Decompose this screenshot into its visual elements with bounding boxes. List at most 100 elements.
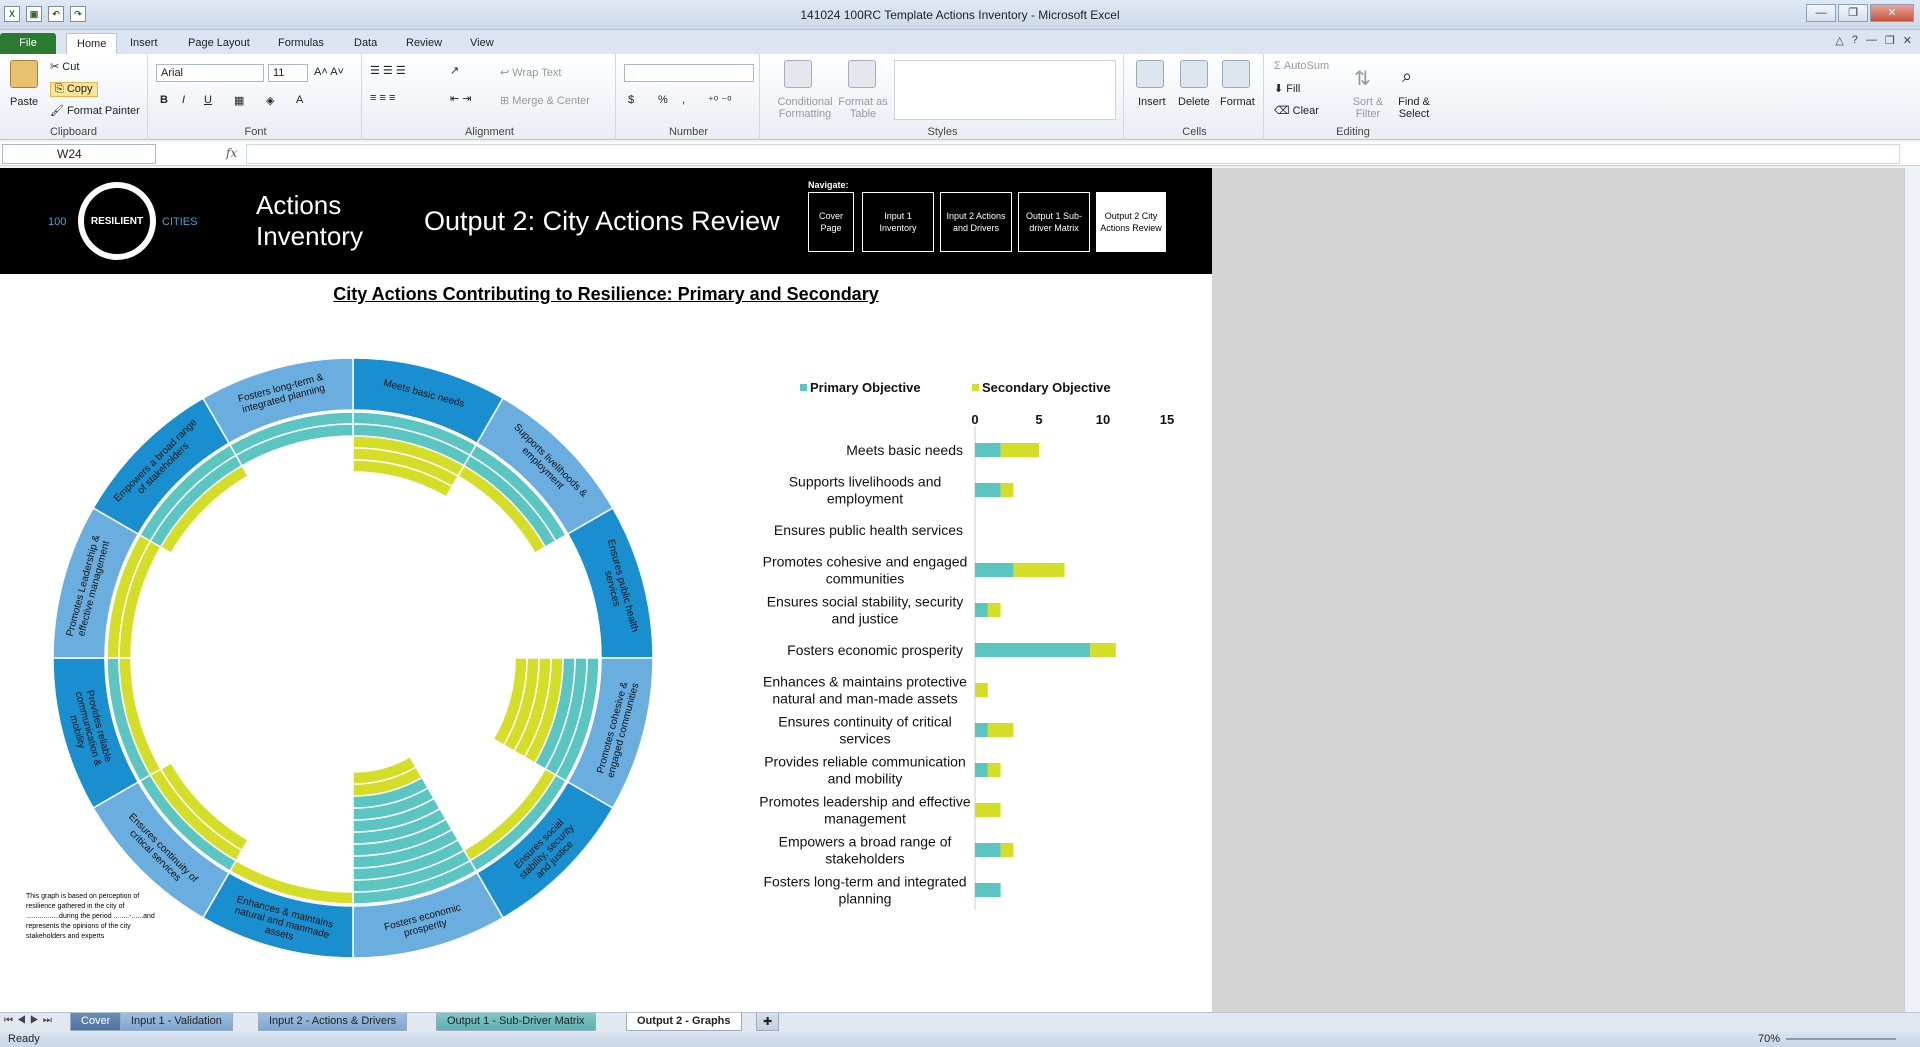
sheet-tab-output2[interactable]: Output 2 - Graphs <box>626 1013 742 1031</box>
format-cells-button[interactable]: Format <box>1220 96 1255 108</box>
formula-input[interactable] <box>246 144 1900 164</box>
underline-icon[interactable]: U <box>204 94 212 106</box>
workbook-restore-icon[interactable]: ❐ <box>1885 34 1895 47</box>
top-align-icon[interactable]: ☰ ☰ ☰ <box>370 64 406 77</box>
sheet-tab-output1[interactable]: Output 1 - Sub-Driver Matrix <box>436 1013 596 1031</box>
nav-output1-matrix[interactable]: Output 1 Sub-driver Matrix <box>1018 192 1090 252</box>
name-box[interactable]: W24 <box>2 144 156 164</box>
decimal-icon[interactable]: ⁺⁰ ⁻⁰ <box>708 94 732 107</box>
orientation-icon[interactable]: ↗ <box>450 64 459 77</box>
sort-filter-button[interactable]: Sort & Filter <box>1348 96 1388 120</box>
tab-view[interactable]: View <box>460 33 504 54</box>
legend-secondary-swatch <box>972 384 979 391</box>
paste-button[interactable]: Paste <box>10 96 38 108</box>
delete-cells-button[interactable]: Delete <box>1178 96 1210 108</box>
autosum-button[interactable]: Σ AutoSum <box>1274 60 1329 72</box>
conditional-formatting-button[interactable]: Conditional Formatting <box>770 96 840 120</box>
ribbon-tabs: File Home Insert Page Layout Formulas Da… <box>0 30 1920 54</box>
percent-button[interactable]: % <box>658 94 668 106</box>
cell-styles-gallery[interactable] <box>894 60 1116 120</box>
copy-button[interactable]: ⎘ Copy <box>50 82 98 97</box>
vertical-scrollbar[interactable] <box>1904 168 1920 1012</box>
bar-secondary <box>987 603 1001 617</box>
currency-button[interactable]: $ <box>628 94 634 106</box>
workbook-close-icon[interactable]: ✕ <box>1903 34 1912 47</box>
scissors-icon: ✂ <box>50 61 63 73</box>
tab-file[interactable]: File <box>0 33 56 54</box>
fill-color-icon[interactable]: ◈ <box>266 94 274 107</box>
nav-cover-page[interactable]: Cover Page <box>808 192 854 252</box>
bar-secondary <box>987 723 1014 737</box>
workbook-minimize-icon[interactable]: — <box>1866 34 1877 47</box>
cut-button[interactable]: ✂ Cut <box>50 60 79 73</box>
italic-icon[interactable]: I <box>182 94 185 106</box>
bar-secondary <box>1000 483 1014 497</box>
bar-category-label: Supports livelihoods and employment <box>789 474 942 507</box>
merge-center-button[interactable]: ⊞ Merge & Center <box>500 94 590 107</box>
restore-button[interactable]: ❐ <box>1838 4 1868 22</box>
bar-primary <box>975 723 988 737</box>
nav-input2-actions[interactable]: Input 2 Actions and Drivers <box>940 192 1012 252</box>
indent-icon[interactable]: ⇤ ⇥ <box>450 92 472 105</box>
font-name-select[interactable]: Arial <box>156 64 264 82</box>
worksheet-area[interactable]: 100 RESILIENT CITIES Actions Inventory O… <box>0 168 1920 1012</box>
logo-cities: CITIES <box>162 216 198 228</box>
eraser-icon: ⌫ <box>1274 105 1293 117</box>
format-cells-icon[interactable] <box>1222 60 1250 88</box>
bold-icon[interactable]: B <box>160 94 168 106</box>
font-group: Arial 11 A˄ A˅ B I U ▦ ◈ A Font <box>150 54 362 140</box>
minimize-ribbon-icon[interactable]: △ <box>1835 34 1843 47</box>
tab-home[interactable]: Home <box>66 33 118 54</box>
sheet-tab-cover[interactable]: Cover <box>70 1013 122 1031</box>
tab-review[interactable]: Review <box>396 33 452 54</box>
tab-page-layout[interactable]: Page Layout <box>178 33 260 54</box>
legend-primary-swatch <box>800 384 807 391</box>
chart-footnote: This graph is based on perception of res… <box>26 893 155 940</box>
insert-cells-button[interactable]: Insert <box>1138 96 1166 108</box>
zoom-level: 70% <box>1757 1033 1780 1045</box>
clear-button[interactable]: ⌫ Clear <box>1274 104 1319 117</box>
left-align-icon[interactable]: ≡ ≡ ≡ <box>370 92 395 104</box>
close-button[interactable]: ✕ <box>1870 4 1914 22</box>
format-as-table-icon[interactable] <box>848 60 876 88</box>
banner-title-line1: Actions <box>256 190 342 220</box>
function-icon[interactable]: fx <box>226 146 237 160</box>
logo-100: 100 <box>48 216 67 228</box>
tab-formulas[interactable]: Formulas <box>268 33 334 54</box>
number-group-label: Number <box>668 126 709 138</box>
grow-font-icon[interactable]: A˄ A˅ <box>314 66 344 78</box>
wrap-text-button[interactable]: ↩ Wrap Text <box>500 66 561 79</box>
bar-secondary <box>975 683 988 697</box>
number-format-select[interactable] <box>624 64 754 82</box>
conditional-formatting-icon[interactable] <box>784 60 812 88</box>
bar-chart: Primary Objective Secondary Objective 0 5 10… <box>759 380 1174 910</box>
find-select-button[interactable]: Find & Select <box>1392 96 1436 120</box>
ribbon: Paste ✂ Cut ⎘ Copy 🖌 Format Painter Clip… <box>0 54 1920 140</box>
tab-data[interactable]: Data <box>344 33 387 54</box>
minimize-button[interactable]: — <box>1806 4 1836 22</box>
sheet-tab-input2[interactable]: Input 2 - Actions & Drivers <box>258 1013 408 1031</box>
new-sheet-icon[interactable]: ✚ <box>756 1013 780 1031</box>
font-color-icon[interactable]: A <box>296 94 303 106</box>
nav-input1-inventory[interactable]: Input 1 Inventory <box>862 192 934 252</box>
editing-group: Σ AutoSum ⬇ Fill ⌫ Clear ⇅ Sort & Filter… <box>1266 54 1440 140</box>
nav-output2-review[interactable]: Output 2 City Actions Review <box>1096 192 1166 252</box>
comma-button[interactable]: , <box>682 94 685 106</box>
sort-filter-icon[interactable]: ⇅ <box>1354 66 1371 91</box>
paste-icon[interactable] <box>10 60 38 88</box>
fill-button[interactable]: ⬇ Fill <box>1274 82 1300 95</box>
format-painter-button[interactable]: 🖌 Format Painter <box>50 104 140 117</box>
help-icon[interactable]: ? <box>1852 34 1858 47</box>
zoom-slider[interactable] <box>1786 1038 1896 1040</box>
delete-cells-icon[interactable] <box>1180 60 1208 88</box>
navigate-label: Navigate: <box>808 180 849 190</box>
tab-scroll-arrows-icon[interactable]: ⏮◀▶⏭ <box>4 1015 56 1026</box>
binoculars-icon[interactable]: ⌕ <box>1402 66 1412 87</box>
borders-icon[interactable]: ▦ <box>234 94 244 107</box>
font-size-select[interactable]: 11 <box>268 64 308 82</box>
tab-insert[interactable]: Insert <box>120 33 168 54</box>
insert-cells-icon[interactable] <box>1136 60 1164 88</box>
clipboard-group: Paste ✂ Cut ⎘ Copy 🖌 Format Painter Clip… <box>0 54 148 140</box>
sheet-tab-input1[interactable]: Input 1 - Validation <box>120 1013 233 1031</box>
format-as-table-button[interactable]: Format as Table <box>838 96 888 120</box>
